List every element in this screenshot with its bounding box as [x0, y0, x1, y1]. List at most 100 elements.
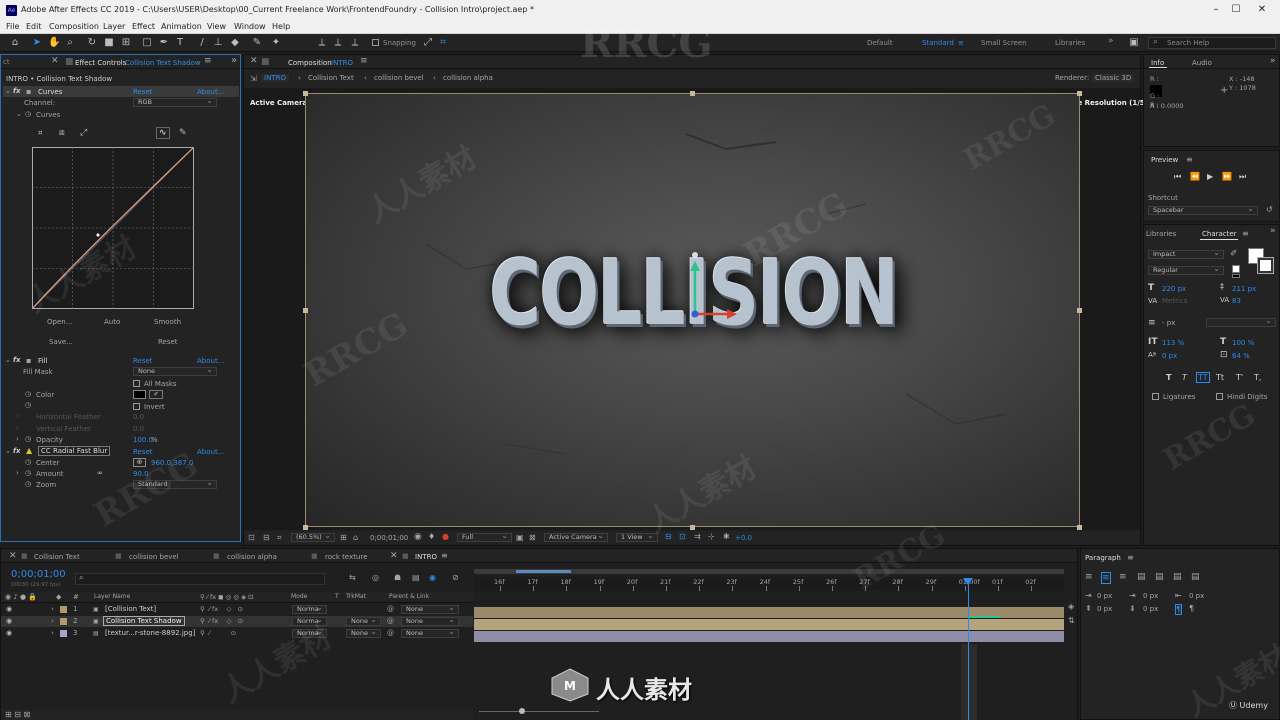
timeline-tab-intro[interactable]: INTRO: [415, 553, 437, 561]
timeline-tab-collision-alpha[interactable]: collision alpha: [227, 553, 277, 561]
label-color-swatch[interactable]: [60, 630, 67, 637]
breadcrumb-intro[interactable]: INTRO: [261, 74, 289, 82]
font-family-dropdown[interactable]: Impact: [1148, 249, 1224, 259]
breadcrumb-collision-alpha[interactable]: collision alpha: [443, 74, 493, 82]
comp-toggle-icons[interactable]: ⊞ ⊟ ⊠: [5, 710, 30, 719]
curves-channel-icon[interactable]: ¤: [38, 129, 42, 137]
indent-right-value[interactable]: 0 px: [1189, 592, 1204, 600]
justify-center-icon[interactable]: ▤: [1155, 572, 1164, 582]
workspace-default[interactable]: Default: [867, 39, 893, 47]
composition-tab-name[interactable]: INTRO: [331, 59, 353, 67]
pencil-mode-icon[interactable]: ✎: [179, 128, 187, 138]
shy-icon[interactable]: ☗: [394, 573, 401, 582]
workspace-standard[interactable]: Standard: [922, 39, 954, 47]
superscript-button[interactable]: T': [1236, 373, 1243, 382]
faux-bold-button[interactable]: T: [1166, 373, 1171, 382]
eyedropper-icon[interactable]: ✐: [1230, 249, 1238, 259]
current-time-display[interactable]: 0;00;01;00: [370, 534, 408, 542]
magnification-dropdown[interactable]: (60.5%): [291, 532, 335, 542]
align-left-icon[interactable]: ≡: [1085, 572, 1093, 582]
stroke-style-dropdown[interactable]: [1206, 317, 1276, 327]
timeline-icon[interactable]: ⇉: [694, 532, 701, 541]
color-swatch[interactable]: [133, 390, 146, 399]
layer-mode-dropdown[interactable]: Norma: [292, 628, 327, 638]
panel-menu-icon[interactable]: ≡: [1127, 553, 1134, 562]
frame-handle[interactable]: [303, 308, 308, 313]
region-of-interest-icon[interactable]: ▣: [516, 533, 524, 542]
space-before-value[interactable]: 0 px: [1097, 605, 1112, 613]
collapse-icon[interactable]: ⌄: [5, 356, 11, 364]
menu-effect[interactable]: Effect: [132, 22, 155, 31]
crosshair-icon[interactable]: ⊕: [133, 458, 146, 467]
zoom-slider-thumb[interactable]: [519, 708, 525, 714]
space-after-value[interactable]: 0 px: [1143, 605, 1158, 613]
brush-tool-icon[interactable]: /: [196, 37, 208, 49]
info-tab[interactable]: Info: [1151, 59, 1164, 67]
fx-icon[interactable]: fx: [13, 356, 21, 364]
timeline-tab-collision-text[interactable]: Collision Text: [34, 553, 80, 561]
hindi-digits-checkbox[interactable]: [1216, 393, 1223, 400]
font-style-dropdown[interactable]: Regular: [1148, 265, 1224, 275]
panel-menu-icon[interactable]: ✕: [51, 56, 59, 66]
type-tool-icon[interactable]: T: [174, 37, 186, 49]
more-workspaces-icon[interactable]: »: [1108, 36, 1114, 46]
transparency-grid-icon[interactable]: ⊠: [529, 533, 536, 542]
close-tab-icon[interactable]: ✕: [250, 56, 258, 66]
frame-handle[interactable]: [1077, 308, 1082, 313]
expand-icon[interactable]: ›: [16, 412, 19, 420]
table-row[interactable]: ◉ › 3 ▤ [textur...r-stone-8892.jpg] ⚲ ⁄ …: [1, 628, 473, 639]
frame-handle[interactable]: [690, 525, 695, 530]
fill-about-link[interactable]: About...: [197, 357, 224, 365]
menu-window[interactable]: Window: [234, 22, 266, 31]
layer-mode-dropdown[interactable]: Norma: [292, 616, 327, 626]
bezier-mode-icon[interactable]: ∿: [156, 127, 170, 139]
effect-fill-row[interactable]: ⌄ fx ▪ Fill Reset About...: [3, 355, 239, 366]
pickwhip-icon[interactable]: @: [387, 605, 394, 613]
tab-menu-icon[interactable]: ≡: [204, 56, 212, 66]
local-axis-icon[interactable]: ⟂: [316, 37, 328, 49]
close-icon[interactable]: ✕: [1254, 3, 1270, 17]
expand-icon[interactable]: ›: [16, 469, 19, 477]
ligatures-checkbox[interactable]: [1152, 393, 1159, 400]
snapping-checkbox[interactable]: [372, 39, 379, 46]
visibility-eye-icon[interactable]: ◉: [6, 605, 12, 613]
world-axis-icon[interactable]: ⟂: [332, 37, 344, 49]
audio-tab[interactable]: Audio: [1192, 59, 1212, 67]
fill-reset-link[interactable]: Reset: [133, 357, 153, 365]
menu-edit[interactable]: Edit: [26, 22, 42, 31]
layer-name-header[interactable]: Layer Name: [94, 593, 130, 600]
curves-size-small-icon[interactable]: ⧈: [59, 128, 65, 138]
indent-first-value[interactable]: 0 px: [1143, 592, 1158, 600]
subscript-button[interactable]: T,: [1254, 373, 1261, 382]
stopwatch-icon[interactable]: ◷: [25, 480, 31, 488]
expression-link-icon[interactable]: ∞: [97, 469, 103, 477]
expand-icon[interactable]: ›: [16, 435, 19, 443]
menu-composition[interactable]: Composition: [49, 22, 99, 31]
workspace-small-screen[interactable]: Small Screen: [981, 39, 1027, 47]
resolution-dropdown[interactable]: Full: [457, 532, 512, 542]
rotate-tool-icon[interactable]: ↻: [86, 37, 98, 49]
workspace-menu-icon[interactable]: ≡: [958, 39, 964, 47]
justify-left-icon[interactable]: ▤: [1137, 572, 1146, 582]
time-ruler[interactable]: 16f 17f 18f 19f 20f 21f 22f 23f 24f 25f 26f 27f 28f 2…: [474, 577, 1064, 591]
breadcrumb-collision-bevel[interactable]: collision bevel: [374, 74, 424, 82]
next-frame-icon[interactable]: ⏩: [1222, 172, 1232, 181]
graph-editor-icon[interactable]: ⊘: [452, 573, 459, 582]
menu-animation[interactable]: Animation: [161, 22, 202, 31]
flowchart-icon[interactable]: ⊹: [708, 532, 715, 541]
vertical-scale-value[interactable]: 113 %: [1162, 339, 1184, 347]
composition-tab-label[interactable]: Composition: [288, 59, 332, 67]
curves-reset-button[interactable]: Reset: [158, 338, 178, 346]
menu-help[interactable]: Help: [272, 22, 290, 31]
comp-frame[interactable]: COLLISION: [305, 93, 1080, 527]
current-time-icon[interactable]: ⌂: [353, 533, 358, 542]
roto-brush-tool-icon[interactable]: ✎: [251, 37, 263, 49]
align-center-icon[interactable]: ≡: [1101, 572, 1111, 584]
label-color-swatch[interactable]: [60, 606, 67, 613]
stroke-width-value[interactable]: - px: [1162, 319, 1175, 327]
stroke-color-swatch[interactable]: [1257, 257, 1274, 274]
parent-dropdown[interactable]: None: [401, 616, 459, 626]
layer-switches[interactable]: ⚲ ⁄ fx ◇ ⊙: [200, 617, 243, 625]
expand-icon[interactable]: ›: [51, 629, 54, 637]
menu-view[interactable]: View: [207, 22, 226, 31]
